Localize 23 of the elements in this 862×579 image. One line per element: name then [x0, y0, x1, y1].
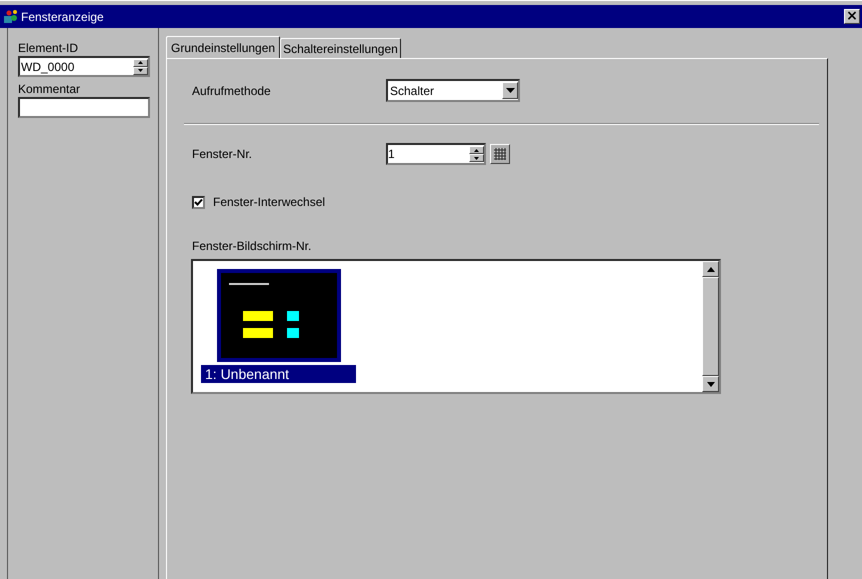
spin-arrows-icon[interactable] — [469, 146, 484, 162]
field-label: Element-ID — [18, 41, 80, 55]
tab[interactable]: Schaltereinstellungen — [280, 38, 401, 58]
keypad-button[interactable] — [490, 144, 510, 164]
checkbox[interactable] — [192, 196, 205, 208]
tab[interactable]: Grundeinstellungen — [166, 36, 280, 58]
dropdown[interactable]: Schalter — [386, 79, 520, 102]
field-label: Kommentar — [18, 82, 82, 96]
spin-arrows-icon[interactable] — [133, 58, 148, 74]
field-label: Fenster-Nr. — [192, 147, 254, 161]
checkbox-label: Fenster-Interwechsel — [213, 195, 326, 209]
list-item[interactable]: 1: Unbenannt — [201, 365, 356, 383]
app-icon — [3, 8, 19, 24]
field-label: Aufrufmethode — [192, 84, 272, 98]
scroll-down-icon[interactable] — [706, 382, 714, 386]
input-field[interactable] — [18, 97, 150, 118]
scrollbar[interactable] — [702, 261, 719, 392]
input-field[interactable]: WD_0000 — [18, 56, 150, 77]
scroll-up-icon[interactable] — [706, 266, 714, 272]
close-button[interactable]: × — [844, 9, 860, 24]
window-title: Fensteranzeige — [21, 10, 105, 24]
input-field[interactable]: 1 — [386, 143, 486, 165]
field-label: Fenster-Bildschirm-Nr. — [192, 239, 312, 253]
